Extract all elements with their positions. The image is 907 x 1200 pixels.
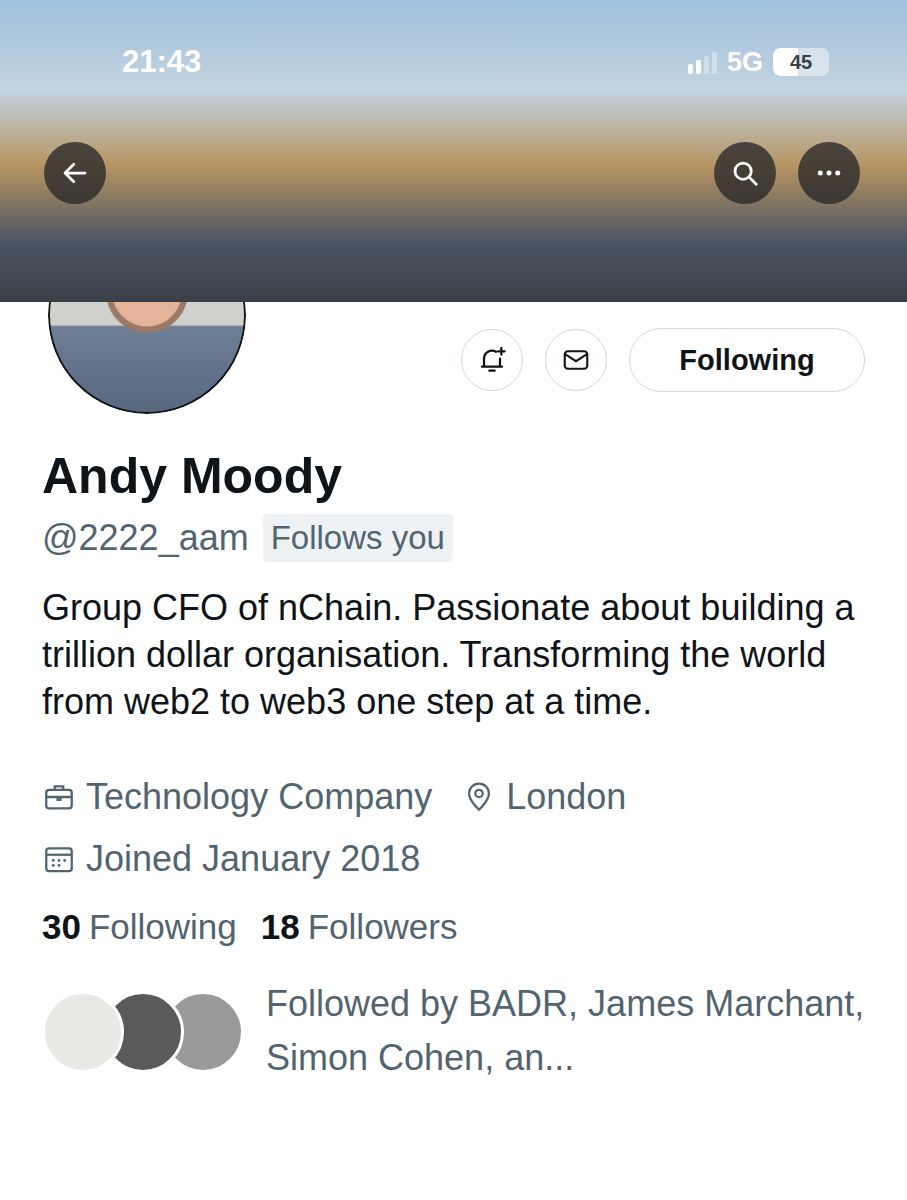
location-pin-icon [462,780,496,814]
follows-you-badge: Follows you [263,514,453,562]
stat-label: Following [89,901,237,953]
stat-count: 18 [261,901,300,953]
notify-button[interactable] [461,329,523,391]
battery-icon: 45 [773,48,829,76]
status-bar: 21:43 5G 45 [0,0,907,124]
meta-text: London [506,771,626,823]
profile-meta: Technology Company London Joined January 2… [42,771,865,885]
stat-link[interactable]: 30Following [42,901,237,953]
search-button[interactable] [714,142,776,204]
bio: Group CFO of nChain. Passionate about bu… [42,584,862,725]
bell-plus-icon [476,344,508,376]
follower-avatar [42,991,124,1073]
followed-by-avatars [42,977,244,1073]
back-arrow-icon [60,158,90,188]
following-button[interactable]: Following [629,328,865,392]
display-name: Andy Moody [42,446,865,506]
meta-item: Joined January 2018 [42,833,420,885]
meta-item: London [462,771,626,823]
briefcase-icon [42,780,76,814]
profile-page: 21:435G45FollowingAndy Moody@2222_aamFol… [0,0,907,1200]
meta-item: Technology Company [42,771,432,823]
user-handle: @2222_aam [42,512,249,564]
meta-text: Joined January 2018 [86,833,420,885]
status-indicators: 5G 45 [688,47,829,78]
action-buttons: Following [461,328,865,392]
back-button[interactable] [44,142,106,204]
followed-by-text: Followed by BADR, James Marchant, Simon … [266,977,865,1085]
signal-icon [688,50,717,74]
stat-count: 30 [42,901,81,953]
more-button[interactable] [798,142,860,204]
status-time: 21:43 [122,44,201,80]
meta-text: Technology Company [86,771,432,823]
search-icon [730,158,760,188]
stat-label: Followers [308,901,458,953]
follow-stats: 30Following 18Followers [42,901,865,953]
avatar-action-row: Following [42,302,865,420]
calendar-icon [42,842,76,876]
battery-label: 45 [790,51,812,74]
envelope-icon [561,345,591,375]
stat-link[interactable]: 18Followers [261,901,458,953]
followed-by[interactable]: Followed by BADR, James Marchant, Simon … [42,977,865,1085]
network-label: 5G [727,47,763,78]
ellipsis-icon [814,158,844,188]
profile-content: Following Andy Moody @2222_aam Follows you G… [0,302,907,1085]
banner-image: 21:43 5G 45 [0,0,907,302]
handle-row: @2222_aam Follows you [42,512,865,564]
message-button[interactable] [545,329,607,391]
